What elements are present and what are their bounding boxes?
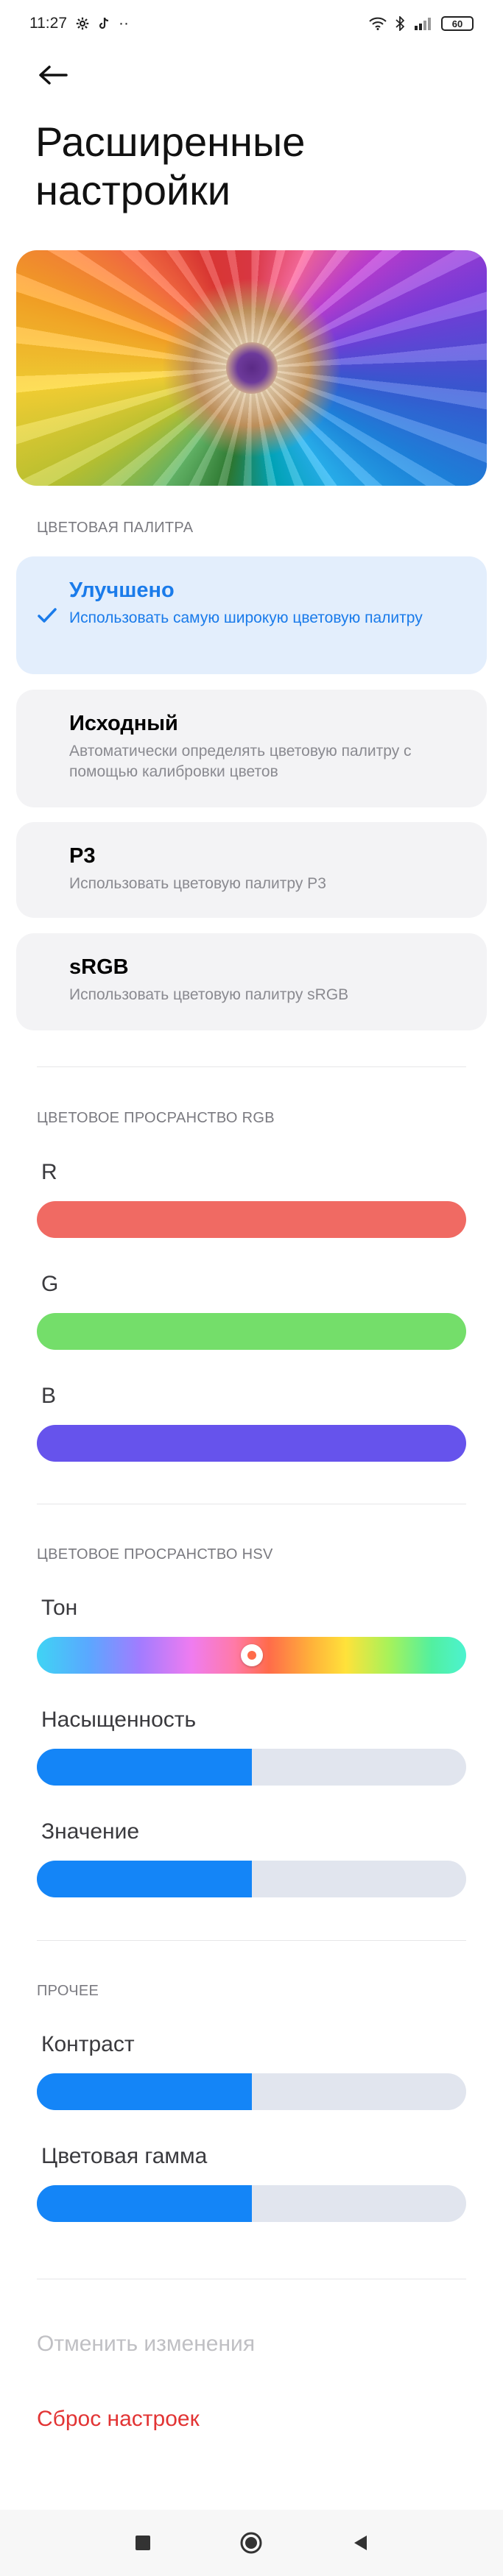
rgb-section-label: ЦВЕТОВОЕ ПРОСРАНСТВО RGB xyxy=(37,1110,275,1126)
palette-option-p3[interactable]: P3 Использовать цветовую палитру P3 xyxy=(16,822,487,918)
back-nav-button[interactable] xyxy=(340,2522,381,2563)
bluetooth-icon xyxy=(395,16,404,31)
palette-option-title: sRGB xyxy=(69,955,129,979)
back-button[interactable] xyxy=(32,54,74,96)
value-label: Значение xyxy=(41,1819,140,1844)
value-slider-fill xyxy=(37,1861,252,1897)
b-slider[interactable] xyxy=(37,1425,466,1462)
signal-icon xyxy=(415,18,431,30)
gamut-label: Цветовая гамма xyxy=(41,2144,208,2168)
contrast-slider[interactable] xyxy=(37,2073,466,2110)
status-time: 11:27 xyxy=(29,15,67,32)
palette-option-enhanced[interactable]: Улучшено Использовать самую широкую цвет… xyxy=(16,556,487,674)
palette-option-desc: Использовать цветовую палитру sRGB xyxy=(69,986,349,1003)
battery-icon: 60 xyxy=(441,16,474,31)
hue-slider[interactable] xyxy=(37,1637,466,1674)
home-button[interactable] xyxy=(231,2522,272,2563)
palette-option-title: P3 xyxy=(69,844,96,868)
g-label: G xyxy=(41,1272,59,1296)
notification-dots: ·· xyxy=(119,15,129,32)
palette-option-original[interactable]: Исходный Автоматически определять цветов… xyxy=(16,690,487,807)
saturation-slider[interactable] xyxy=(37,1749,466,1786)
circle-icon xyxy=(240,2532,262,2554)
hue-slider-thumb[interactable] xyxy=(240,1644,263,1666)
hue-label: Тон xyxy=(41,1596,78,1620)
square-icon xyxy=(135,2536,150,2550)
contrast-label: Контраст xyxy=(41,2032,135,2056)
palette-option-srgb[interactable]: sRGB Использовать цветовую палитру sRGB xyxy=(16,933,487,1030)
settings-gear-icon xyxy=(76,17,89,30)
divider xyxy=(37,1066,466,1067)
r-slider[interactable] xyxy=(37,1201,466,1238)
reset-settings-button[interactable]: Сброс настроек xyxy=(37,2407,200,2432)
wifi-icon xyxy=(369,17,387,30)
palette-option-desc: Автоматически определять цветовую палитр… xyxy=(69,743,412,780)
r-label: R xyxy=(41,1160,57,1184)
status-bar: 11:27 ·· 60 xyxy=(0,0,503,47)
palette-option-title: Улучшено xyxy=(69,578,175,602)
cancel-changes-button[interactable]: Отменить изменения xyxy=(37,2332,255,2357)
recents-button[interactable] xyxy=(122,2522,163,2563)
saturation-label: Насыщенность xyxy=(41,1708,197,1732)
color-pencils-image xyxy=(16,250,487,486)
palette-section-label: ЦВЕТОВАЯ ПАЛИТРА xyxy=(37,520,194,536)
hsv-section-label: ЦВЕТОВОЕ ПРОСРАНСТВО HSV xyxy=(37,1546,273,1563)
gamut-slider-fill xyxy=(37,2185,252,2222)
tiktok-icon xyxy=(99,17,109,29)
contrast-slider-fill xyxy=(37,2073,252,2110)
battery-level: 60 xyxy=(451,18,463,29)
divider xyxy=(37,1940,466,1941)
palette-option-desc: Использовать самую широкую цветовую пали… xyxy=(69,609,423,626)
value-slider[interactable] xyxy=(37,1861,466,1897)
triangle-left-icon xyxy=(354,2536,367,2550)
page-title: Расширенные настройки xyxy=(35,118,306,213)
palette-option-desc: Использовать цветовую палитру P3 xyxy=(69,875,326,892)
saturation-slider-fill xyxy=(37,1749,252,1786)
system-nav-bar xyxy=(0,2510,503,2576)
palette-option-title: Исходный xyxy=(69,712,178,735)
gamut-slider[interactable] xyxy=(37,2185,466,2222)
checkmark-icon xyxy=(38,608,57,623)
arrow-left-icon xyxy=(39,66,68,85)
other-section-label: ПРОЧЕЕ xyxy=(37,1983,99,1999)
g-slider[interactable] xyxy=(37,1313,466,1350)
b-label: B xyxy=(41,1384,57,1408)
